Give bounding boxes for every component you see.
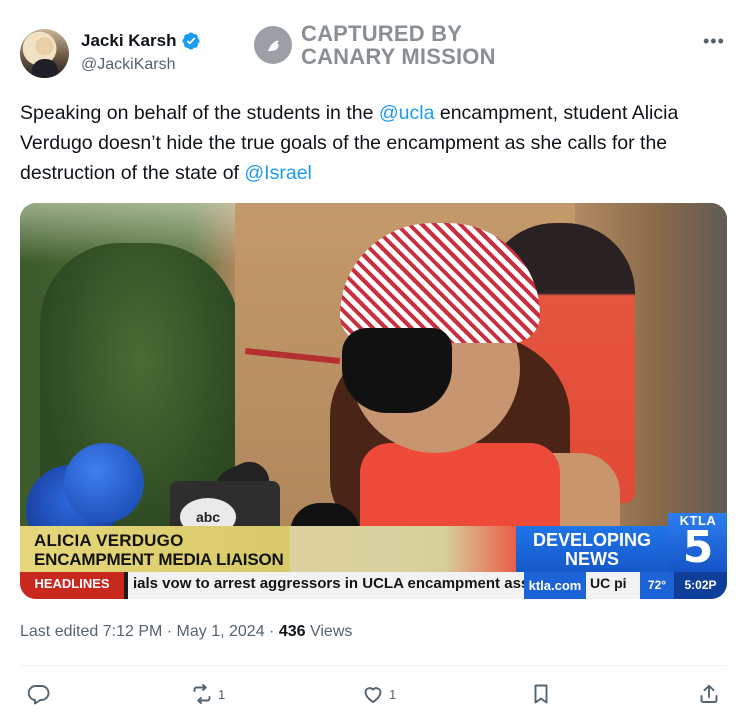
mention-ucla-link[interactable]: @ucla xyxy=(379,102,435,124)
reply-icon xyxy=(27,682,51,706)
developing-news-line1: DEVELOPING xyxy=(532,530,652,550)
share-icon xyxy=(697,682,721,706)
canary-bird-icon xyxy=(254,26,292,64)
author-display-name[interactable]: Jacki Karsh xyxy=(81,31,176,51)
verified-badge-icon[interactable] xyxy=(181,31,201,51)
mention-israel-link[interactable]: @Israel xyxy=(244,162,311,184)
tweet-time[interactable]: 7:12 PM xyxy=(103,623,163,640)
watermark-line1: CAPTURED BY xyxy=(301,21,463,46)
media-keffiyeh xyxy=(340,223,540,343)
ticker-temperature: 72° xyxy=(640,572,674,599)
author-handle[interactable]: @JackiKarsh xyxy=(81,56,176,74)
avatar[interactable] xyxy=(20,29,69,78)
tweet-text-part1: Speaking on behalf of the students in th… xyxy=(20,102,379,124)
reply-button[interactable] xyxy=(27,682,55,706)
views-count: 436 xyxy=(278,623,306,640)
tweet-text: Speaking on behalf of the students in th… xyxy=(20,98,720,188)
repost-count: 1 xyxy=(218,686,226,702)
more-options-icon[interactable]: ••• xyxy=(703,31,725,52)
ticker-extra-text: UC pi xyxy=(590,575,627,591)
ticker-text: ials vow to arrest aggressors in UCLA en… xyxy=(133,575,556,592)
ktla-logo-number: 5 xyxy=(682,522,714,573)
like-count: 1 xyxy=(389,686,397,702)
like-button[interactable]: 1 xyxy=(361,682,396,706)
bookmark-icon xyxy=(529,682,553,706)
tweet-date[interactable]: May 1, 2024 xyxy=(177,623,265,640)
divider xyxy=(20,665,727,666)
author-name-row: Jacki Karsh xyxy=(81,31,201,51)
ticker-headlines-label: HEADLINES xyxy=(20,572,124,599)
like-icon xyxy=(361,682,385,706)
media-face-mask xyxy=(342,328,452,413)
developing-news-line2: NEWS xyxy=(565,549,619,569)
canary-watermark: CAPTURED BY CANARY MISSION xyxy=(254,22,496,68)
edited-label[interactable]: Last edited xyxy=(20,623,103,640)
repost-button[interactable]: 1 xyxy=(190,682,225,706)
views-label: Views xyxy=(305,623,353,640)
ticker-time: 5:02P xyxy=(674,572,727,599)
tweet-media-image[interactable]: abc ALICIA VERDUGO ENCAMPMENT MEDIA LIAI… xyxy=(20,203,727,599)
repost-icon xyxy=(190,682,214,706)
tweet-meta: Last edited 7:12 PM · May 1, 2024 · 436 … xyxy=(20,623,353,640)
caption-name: ALICIA VERDUGO xyxy=(34,531,184,550)
caption-title: ENCAMPMENT MEDIA LIAISON xyxy=(34,550,284,569)
ticker-site: ktla.com xyxy=(524,572,586,599)
bookmark-button[interactable] xyxy=(529,682,553,706)
watermark-line2: CANARY MISSION xyxy=(301,44,496,69)
microphone-icon xyxy=(64,443,144,523)
share-button[interactable] xyxy=(697,682,721,706)
